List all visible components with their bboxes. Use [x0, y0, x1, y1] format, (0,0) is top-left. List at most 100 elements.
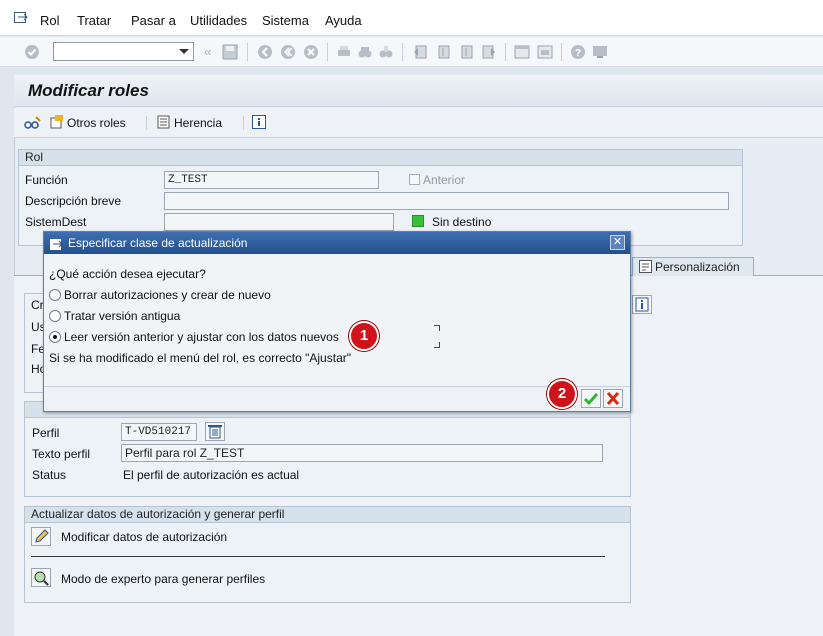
radio-option-tratar[interactable]: Tratar versión antigua: [49, 309, 180, 323]
exit-icon[interactable]: [280, 44, 296, 60]
radio-option-label: Borrar autorizaciones y crear de nuevo: [64, 288, 271, 302]
anterior-checkbox: Anterior: [409, 173, 465, 187]
anterior-label: Anterior: [423, 173, 466, 187]
perfil-group: Perfil T-VD510217 Texto perfil Perfil pa…: [24, 401, 631, 497]
menu-item-ayuda[interactable]: Ayuda: [325, 13, 362, 28]
status-green-icon: [412, 215, 424, 227]
perfil-label: Perfil: [32, 426, 60, 440]
info-icon[interactable]: [252, 115, 266, 132]
next-page-icon[interactable]: [458, 44, 474, 60]
svg-text:?: ?: [575, 48, 581, 59]
menu-system-icon[interactable]: [14, 11, 29, 24]
page-title: Modificar roles: [28, 81, 149, 100]
title-bar: Modificar roles: [14, 75, 823, 107]
sin-destino-label: Sin destino: [432, 215, 492, 229]
new-session-icon[interactable]: [514, 44, 530, 60]
radio-option-borrar[interactable]: Borrar autorizaciones y crear de nuevo: [49, 288, 271, 302]
sistemdest-label: SistemDest: [25, 215, 87, 229]
enter-check-icon[interactable]: [24, 44, 40, 60]
focus-marker: [434, 342, 440, 348]
divider: [31, 556, 605, 557]
focus-marker: [434, 325, 440, 331]
status-label: Status: [32, 468, 67, 482]
last-page-icon[interactable]: [481, 44, 497, 60]
tab-personalizacion[interactable]: Personalización: [632, 257, 754, 276]
dialog-hint: Si se ha modificado el menú del rol, es …: [49, 351, 351, 365]
toolbar-separator: [327, 43, 328, 61]
radio-button[interactable]: [49, 289, 61, 301]
close-icon[interactable]: ✕: [610, 235, 625, 250]
previous-page-icon[interactable]: [435, 44, 451, 60]
modificar-datos-label[interactable]: Modificar datos de autorización: [61, 530, 227, 544]
dialog-footer: [44, 386, 630, 411]
modo-experto-button[interactable]: [31, 568, 51, 587]
rol-group-title: Rol: [19, 150, 742, 166]
menu-item-tratar[interactable]: Tratar: [77, 13, 111, 28]
tab-personalizacion-label: Personalización: [655, 260, 740, 274]
chevron-down-icon[interactable]: [179, 49, 189, 54]
dialog-question: ¿Qué acción desea ejecutar?: [49, 267, 206, 281]
find-icon[interactable]: [357, 44, 373, 60]
other-roles-icon: [50, 115, 64, 129]
otros-roles-button[interactable]: Otros roles: [50, 115, 126, 130]
radio-option-leer[interactable]: Leer versión anterior y ajustar con los …: [49, 330, 339, 344]
toolbar-separator: [561, 43, 562, 61]
status-value: El perfil de autorización es actual: [123, 468, 300, 482]
save-icon[interactable]: [222, 44, 238, 60]
dialog-window-icon: [50, 236, 64, 258]
herencia-button[interactable]: Herencia: [157, 115, 222, 130]
glasses-pencil-icon[interactable]: [24, 115, 42, 134]
herencia-icon: [157, 115, 171, 129]
texto-perfil-label: Texto perfil: [32, 447, 91, 461]
texto-perfil-field[interactable]: Perfil para rol Z_TEST: [121, 444, 603, 462]
menu-item-sistema[interactable]: Sistema: [262, 13, 309, 28]
standard-toolbar: « ?: [0, 37, 823, 67]
checkbox-icon: [409, 174, 420, 185]
find-next-icon[interactable]: [378, 44, 394, 60]
otros-roles-label: Otros roles: [67, 116, 126, 130]
dialog-title: Especificar clase de actualización: [68, 236, 248, 250]
application-toolbar: Otros roles Herencia: [14, 108, 823, 138]
toolbar-separator: [243, 116, 244, 130]
update-type-dialog: Especificar clase de actualización ✕ ¿Qu…: [43, 231, 631, 412]
funcion-label: Función: [25, 173, 68, 187]
cr-label: Cr: [31, 298, 44, 312]
radio-option-label: Leer versión anterior y ajustar con los …: [64, 330, 339, 344]
perfil-field[interactable]: T-VD510217: [121, 423, 197, 441]
menu-bar: Rol Tratar Pasar a Utilidades Sistema Ay…: [0, 0, 823, 36]
descripcion-field[interactable]: [164, 192, 729, 210]
cancel-button[interactable]: [603, 389, 623, 408]
print-icon[interactable]: [336, 44, 352, 60]
radio-option-label: Tratar versión antigua: [64, 309, 181, 323]
actualizar-group: Actualizar datos de autorización y gener…: [24, 506, 631, 603]
sistemdest-field[interactable]: [164, 213, 394, 231]
radio-button[interactable]: [49, 310, 61, 322]
menu-item-pasar-a[interactable]: Pasar a: [131, 13, 176, 28]
toolbar-separator: [146, 116, 147, 130]
personalizacion-icon: [639, 260, 652, 278]
menu-item-rol[interactable]: Rol: [40, 13, 60, 28]
layout-menu-icon[interactable]: [592, 44, 608, 60]
radio-button-selected[interactable]: [49, 331, 61, 343]
toolbar-separator: [247, 43, 248, 61]
info-button[interactable]: [632, 295, 652, 314]
shortcut-icon[interactable]: [537, 44, 553, 60]
dialog-titlebar: Especificar clase de actualización ✕: [44, 232, 630, 254]
first-page-icon[interactable]: [412, 44, 428, 60]
confirm-button[interactable]: [581, 389, 601, 408]
collapse-arrows-icon[interactable]: «: [204, 44, 211, 59]
step-badge-1: 1: [349, 321, 379, 351]
step-badge-2: 2: [547, 379, 577, 409]
menu-item-utilidades[interactable]: Utilidades: [190, 13, 247, 28]
toolbar-separator: [505, 43, 506, 61]
modo-experto-label[interactable]: Modo de experto para generar perfiles: [61, 572, 265, 586]
descripcion-label: Descripción breve: [25, 194, 122, 208]
cancel-icon[interactable]: [303, 44, 319, 60]
modificar-datos-button[interactable]: [31, 527, 51, 546]
help-icon[interactable]: ?: [570, 44, 586, 60]
herencia-label: Herencia: [174, 116, 223, 130]
command-field[interactable]: [53, 42, 194, 61]
back-icon[interactable]: [257, 44, 273, 60]
delete-profile-button[interactable]: [205, 422, 225, 441]
funcion-field[interactable]: Z_TEST: [164, 171, 379, 189]
